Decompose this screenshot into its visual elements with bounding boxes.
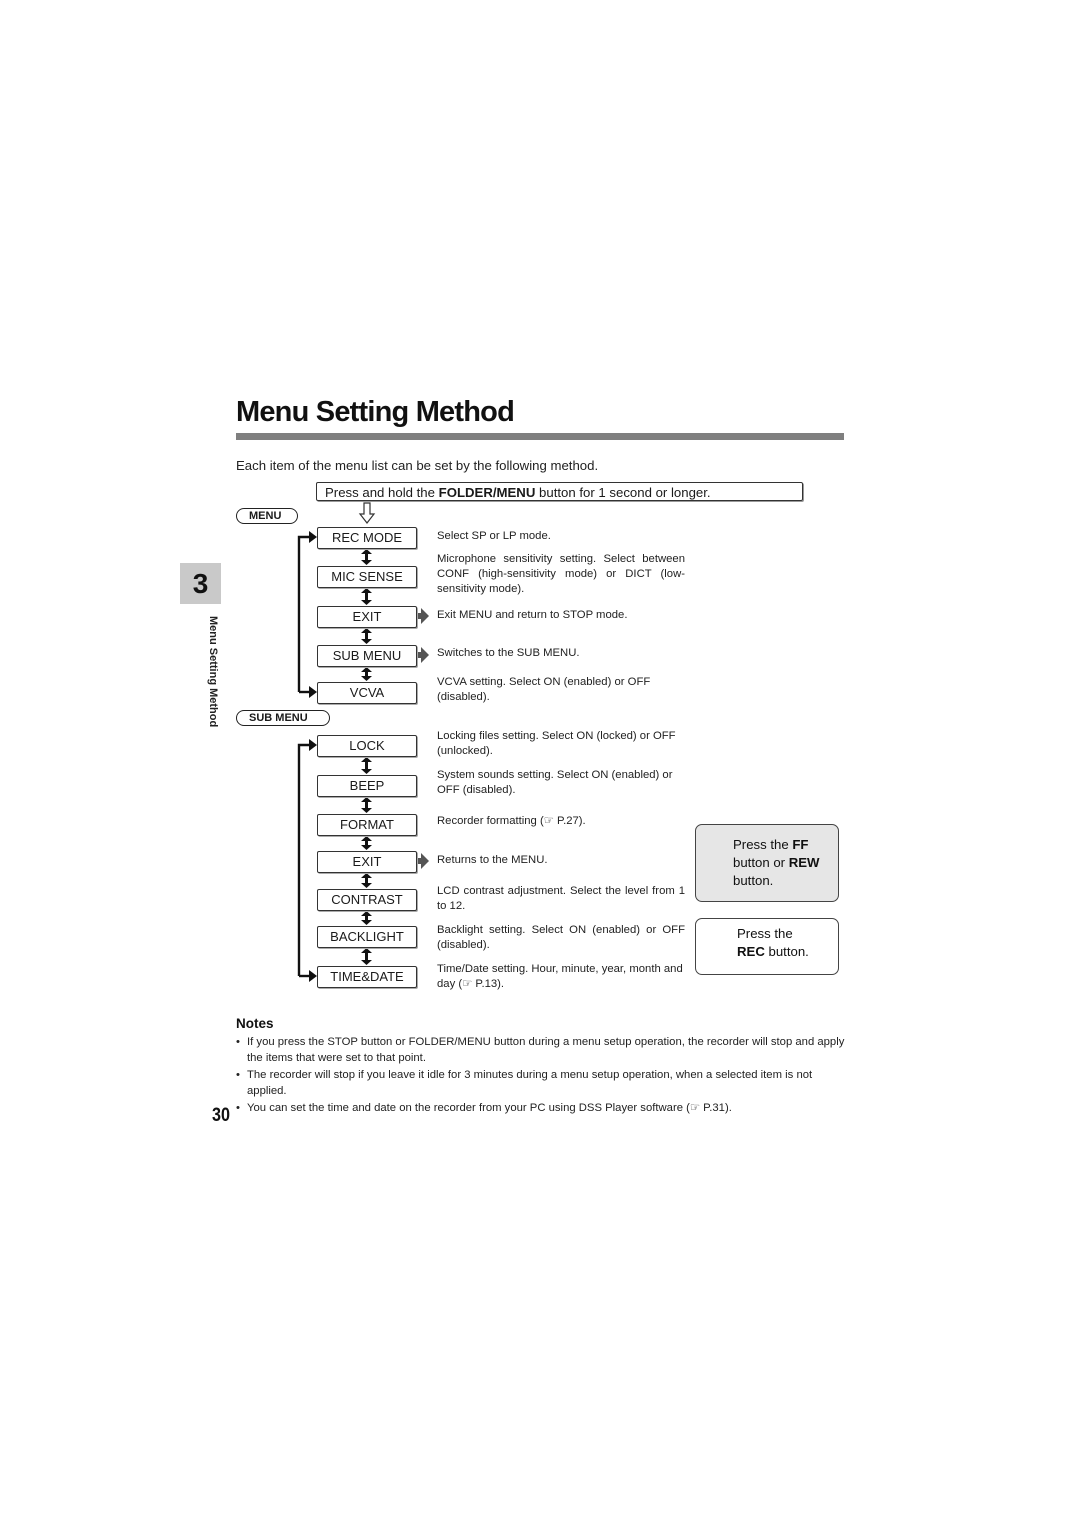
menu-item-beep: BEEP bbox=[317, 775, 417, 797]
up-down-arrow-icon bbox=[361, 797, 372, 813]
item-description: System sounds setting. Select ON (enable… bbox=[437, 769, 673, 796]
note-item: • The recorder will stop if you leave it … bbox=[236, 1067, 846, 1099]
arrow-right-icon bbox=[417, 647, 429, 663]
legend-ff-l2: button or bbox=[733, 855, 789, 870]
menu-item-mic-sense: MIC SENSE bbox=[317, 566, 417, 588]
menu-item-lock: LOCK bbox=[317, 735, 417, 757]
menu-loop-arrow bbox=[297, 535, 309, 694]
arrow-right-icon bbox=[417, 853, 429, 869]
legend-ff-text: Press the FF button or REW button. bbox=[733, 836, 820, 890]
menu-item-contrast: CONTRAST bbox=[317, 889, 417, 911]
up-down-arrow-icon bbox=[361, 948, 372, 965]
arrow-right-icon bbox=[309, 970, 317, 982]
item-description: Recorder formatting (☞ P.27). bbox=[437, 815, 586, 827]
item-description: LCD contrast adjustment. Select the leve… bbox=[437, 885, 685, 912]
up-down-arrow-icon bbox=[361, 588, 372, 605]
legend-rec-l1: Press the bbox=[737, 926, 793, 941]
arrow-right-icon bbox=[417, 608, 429, 624]
item-description: Exit MENU and return to STOP mode. bbox=[437, 609, 628, 621]
menu-item-time-date: TIME&DATE bbox=[317, 966, 417, 988]
item-description: VCVA setting. Select ON (enabled) or OFF… bbox=[437, 676, 651, 703]
bullet: • bbox=[236, 1102, 240, 1114]
bullet: • bbox=[236, 1036, 240, 1048]
legend-rec-l2: button. bbox=[764, 944, 809, 959]
up-down-arrow-icon bbox=[361, 911, 372, 925]
up-down-arrow-icon bbox=[361, 628, 372, 644]
up-down-arrow-icon bbox=[361, 873, 372, 888]
note-text: You can set the time and date on the rec… bbox=[247, 1102, 732, 1114]
arrow-right-icon bbox=[309, 739, 317, 751]
bullet: • bbox=[236, 1069, 240, 1081]
legend-rec: Press the REC button. bbox=[695, 918, 839, 975]
menu-item-vcva: VCVA bbox=[317, 682, 417, 704]
item-description: Locking files setting. Select ON (locked… bbox=[437, 730, 676, 757]
item-description: Time/Date setting. Hour, minute, year, m… bbox=[437, 963, 683, 990]
arrow-right-icon bbox=[309, 686, 317, 698]
item-description: Select SP or LP mode. bbox=[437, 530, 551, 542]
menu-item-rec-mode: REC MODE bbox=[317, 527, 417, 549]
legend-rec-text: Press the REC button. bbox=[737, 925, 809, 961]
legend-ff-l1: Press the bbox=[733, 837, 793, 852]
arrow-right-icon bbox=[309, 531, 317, 543]
page-number: 30 bbox=[212, 1105, 230, 1126]
note-text: The recorder will stop if you leave it i… bbox=[247, 1069, 813, 1097]
menu-item-exit: EXIT bbox=[317, 851, 417, 873]
flow-connectors bbox=[297, 502, 725, 982]
item-description: Returns to the MENU. bbox=[437, 854, 548, 866]
item-description: Backlight setting. Select ON (enabled) o… bbox=[437, 924, 685, 951]
menu-item-backlight: BACKLIGHT bbox=[317, 926, 417, 948]
note-item: • If you press the STOP button or FOLDER/… bbox=[236, 1034, 846, 1066]
note-text: If you press the STOP button or FOLDER/M… bbox=[247, 1036, 845, 1064]
up-down-arrow-icon bbox=[361, 549, 372, 565]
legend-rec-key: REC bbox=[737, 944, 765, 959]
item-description: Switches to the SUB MENU. bbox=[437, 647, 580, 659]
note-item: • You can set the time and date on the re… bbox=[236, 1100, 846, 1116]
legend-ff-rew: Press the FF button or REW button. bbox=[695, 824, 839, 902]
submenu-loop-arrow bbox=[297, 743, 309, 978]
up-down-arrow-icon bbox=[361, 667, 372, 681]
legend-ff-key: FF bbox=[792, 837, 809, 852]
up-down-arrow-icon bbox=[361, 836, 372, 850]
item-description: Microphone sensitivity setting. Select b… bbox=[437, 553, 685, 595]
menu-item-sub-menu: SUB MENU bbox=[317, 645, 417, 667]
menu-item-format: FORMAT bbox=[317, 814, 417, 836]
notes-title: Notes bbox=[236, 1016, 274, 1031]
legend-ff-l3: button. bbox=[733, 873, 774, 888]
hollow-down-arrow-icon bbox=[358, 502, 376, 524]
legend-rew-key: REW bbox=[788, 855, 820, 870]
up-down-arrow-icon bbox=[361, 757, 372, 774]
menu-item-exit: EXIT bbox=[317, 606, 417, 628]
